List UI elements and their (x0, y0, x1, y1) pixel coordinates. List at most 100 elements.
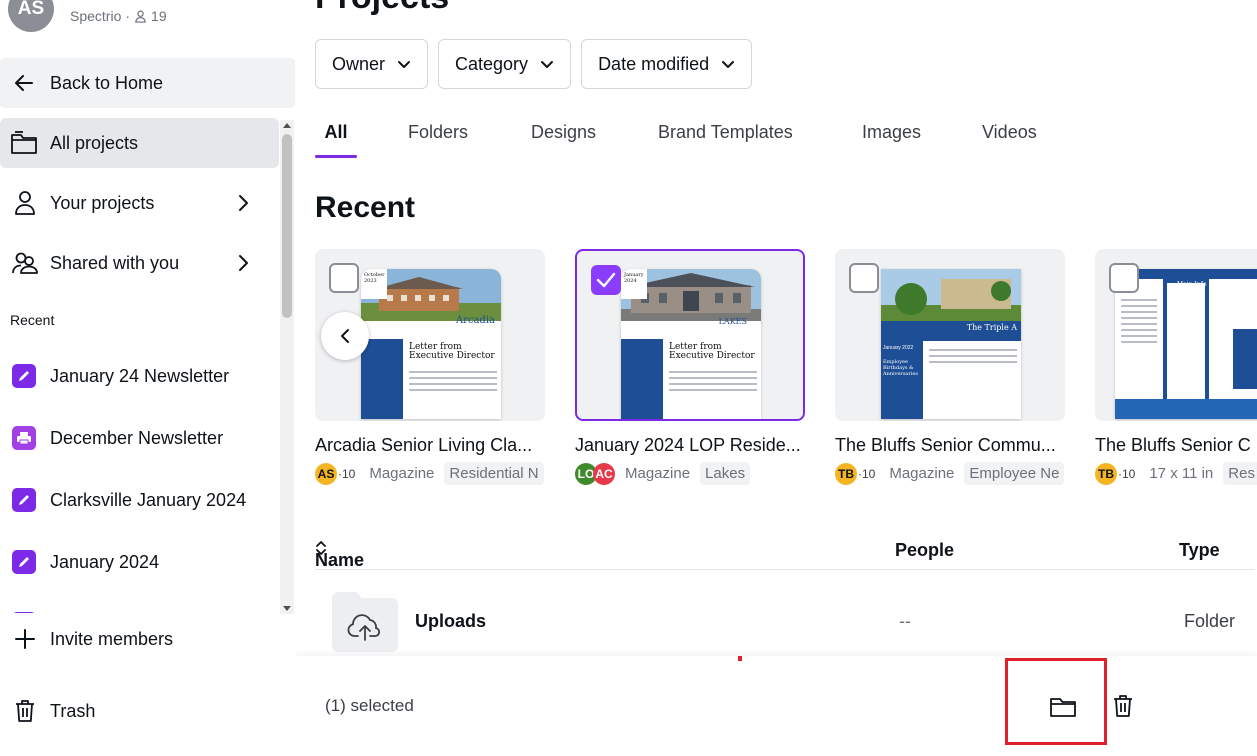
recent-section-heading: Recent (10, 312, 55, 328)
tab-designs[interactable]: Designs (531, 112, 596, 158)
sidebar-item-your-projects[interactable]: Your projects (0, 178, 279, 228)
back-to-home-button[interactable]: Back to Home (0, 58, 295, 108)
chevron-left-icon (341, 329, 349, 343)
table-row[interactable]: Uploads -- Folder (315, 580, 1255, 656)
select-checkbox-checked[interactable] (591, 265, 621, 295)
tab-videos[interactable]: Videos (982, 112, 1037, 158)
row-name[interactable]: Uploads (415, 611, 486, 632)
design-card[interactable]: Main Info The Bluffs Senior C TB ·10 17 … (1095, 249, 1257, 485)
select-checkbox[interactable] (849, 263, 879, 293)
owner-filter-dropdown[interactable]: Owner (315, 39, 429, 89)
design-thumbnail[interactable]: LAKES Letter from Executive Director Jan… (575, 249, 805, 421)
person-icon (10, 188, 40, 218)
design-card[interactable]: Arcadia Letter from Executive Director O… (315, 249, 545, 485)
tab-folders[interactable]: Folders (408, 112, 468, 158)
invite-members-label: Invite members (50, 628, 174, 649)
sidebar-item-label: Your projects (50, 192, 155, 213)
recent-design-item[interactable]: January 2024 (0, 540, 279, 584)
recent-designs-carousel: Arcadia Letter from Executive Director O… (315, 249, 1257, 499)
owner-avatar: TB (1095, 462, 1117, 485)
sidebar-scrollbar[interactable] (280, 120, 294, 614)
magazine-heading: Letter from Executive Director (409, 342, 495, 361)
owner-avatar: AS (315, 462, 337, 485)
magazine-date: January 2024 (621, 269, 647, 299)
project-type-tabs: All Folders Designs Brand Templates Imag… (315, 112, 1255, 158)
design-tag: Lakes (700, 462, 751, 485)
collaborator-avatar: AC (593, 462, 615, 485)
magazine-brand: The Triple A (966, 323, 1017, 332)
trash-label: Trash (50, 700, 96, 721)
tab-all[interactable]: All (315, 112, 357, 158)
filter-label: Category (455, 53, 529, 74)
design-card[interactable]: The Triple A January 2022 Employee Birth… (835, 249, 1065, 485)
magazine-heading: Employee Birthdays & Anniversaries (883, 359, 918, 377)
sidebar-scroll-area: All projects Your projects Shared with y… (0, 118, 279, 613)
filter-label: Date modified (598, 53, 710, 74)
tab-images[interactable]: Images (862, 112, 921, 158)
collaborator-count: ·10 (858, 466, 876, 481)
scroll-down-icon[interactable] (283, 606, 291, 611)
sidebar-item-shared-with-you[interactable]: Shared with you (0, 238, 279, 288)
design-title[interactable]: The Bluffs Senior C (1095, 435, 1257, 456)
recent-design-item[interactable]: Clarksville January 2024 (0, 478, 279, 522)
recent-design-label: December Newsletter (50, 427, 224, 448)
design-type: 17 x 11 in (1149, 465, 1214, 482)
carousel-previous-button[interactable] (321, 312, 369, 360)
invite-members-button[interactable]: Invite members (0, 614, 173, 664)
scrollbar-thumb[interactable] (282, 134, 292, 318)
magazine-brand: LAKES (718, 317, 747, 326)
chevron-right-icon[interactable] (233, 253, 253, 273)
name-column-header[interactable]: Name (315, 540, 364, 570)
sidebar-item-all-projects[interactable]: All projects (0, 118, 279, 168)
edit-icon (12, 364, 36, 388)
print-icon (12, 426, 36, 450)
design-title[interactable]: January 2024 LOP Reside... (575, 435, 805, 456)
design-tag: Res (1223, 462, 1257, 485)
arrow-left-icon (15, 75, 33, 91)
magazine-preview: The Triple A January 2022 Employee Birth… (881, 269, 1021, 419)
recent-design-label: January 2024 (50, 551, 160, 572)
category-filter-dropdown[interactable]: Category (438, 39, 572, 89)
building-photo (881, 269, 1021, 327)
recent-design-item[interactable]: January 24 Newsletter (0, 354, 279, 398)
recent-design-item[interactable]: December Newsletter (0, 416, 279, 460)
edit-icon (12, 550, 36, 574)
chevron-down-icon (541, 61, 554, 68)
chevron-right-icon[interactable] (233, 193, 253, 213)
design-title[interactable]: Arcadia Senior Living Cla... (315, 435, 545, 456)
select-checkbox[interactable] (329, 263, 359, 293)
team-member-count: 19 (151, 8, 167, 24)
team-switcher[interactable]: AS Spectrio · 19 (0, 0, 167, 32)
recent-design-label: January 24 Newsletter (50, 365, 230, 386)
magazine-heading: Letter from Executive Director (669, 342, 755, 361)
trash-icon (12, 699, 38, 723)
design-thumbnail[interactable]: Main Info (1095, 249, 1257, 421)
select-checkbox[interactable] (1109, 263, 1139, 293)
people-column-header: People (895, 540, 955, 560)
filter-bar: Owner Category Date modified (315, 39, 753, 89)
selection-action-bar: (1) selected (295, 656, 1257, 756)
tab-brand-templates[interactable]: Brand Templates (658, 112, 793, 158)
recent-design-item-partial[interactable] (0, 602, 279, 613)
chevron-down-icon (722, 61, 735, 68)
design-meta: LO AC Magazine Lakes (575, 462, 805, 485)
magazine-preview: Arcadia Letter from Executive Director O… (361, 269, 501, 419)
filter-label: Owner (332, 53, 386, 74)
people-icon (10, 248, 40, 278)
folder-icon (10, 128, 40, 158)
move-to-folder-button[interactable] (1045, 693, 1081, 721)
design-title[interactable]: The Bluffs Senior Commu... (835, 435, 1065, 456)
design-type: Magazine (625, 465, 691, 482)
design-thumbnail[interactable]: Arcadia Letter from Executive Director O… (315, 249, 545, 421)
design-meta: TB ·10 17 x 11 in Res (1095, 462, 1257, 485)
design-tag: Residential N (444, 462, 544, 485)
annotation-mark (738, 656, 742, 661)
trash-button[interactable]: Trash (0, 686, 95, 736)
design-thumbnail[interactable]: The Triple A January 2022 Employee Birth… (835, 249, 1065, 421)
delete-button[interactable] (1109, 691, 1137, 721)
check-icon (596, 272, 616, 288)
date-modified-filter-dropdown[interactable]: Date modified (581, 39, 753, 89)
design-card-selected[interactable]: LAKES Letter from Executive Director Jan… (575, 249, 805, 485)
team-avatar[interactable]: AS (8, 0, 54, 32)
scroll-up-icon[interactable] (283, 123, 291, 128)
